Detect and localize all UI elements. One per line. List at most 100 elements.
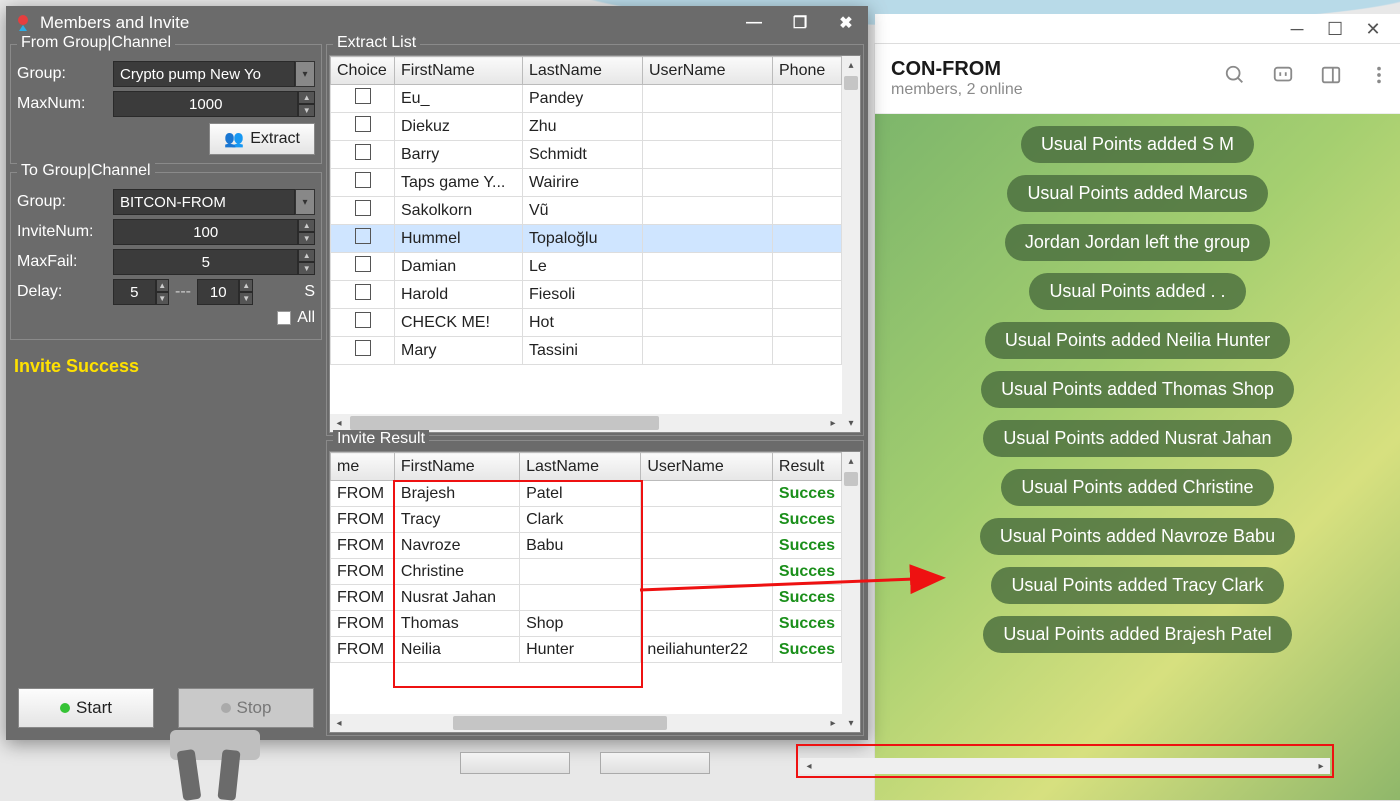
stop-icon [221, 703, 231, 713]
system-message[interactable]: Usual Points added Tracy Clark [991, 567, 1283, 604]
col-lastname[interactable]: LastName [523, 57, 643, 85]
close-icon[interactable]: ✕ [1366, 22, 1380, 36]
table-row[interactable]: Barry Schmidt [331, 141, 842, 169]
maxnum-label: MaxNum: [17, 95, 113, 113]
maximize-icon[interactable]: ❐ [786, 13, 814, 33]
start-button[interactable]: Start [18, 688, 154, 728]
cell-phone [773, 309, 842, 337]
system-message[interactable]: Jordan Jordan left the group [1005, 224, 1270, 261]
delay-from-spinner[interactable]: ▲▼ [156, 279, 170, 305]
maxnum-spinner[interactable]: ▲▼ [298, 91, 315, 117]
extract-list-table[interactable]: Choice FirstName LastName UserName Phone… [330, 56, 842, 365]
combo-dropdown-icon[interactable]: ▾ [295, 189, 315, 215]
row-checkbox[interactable] [355, 88, 371, 104]
search-icon[interactable] [1224, 64, 1246, 86]
table-row[interactable]: CHECK ME! Hot [331, 309, 842, 337]
scroll-up-icon[interactable]: ▴ [842, 56, 860, 74]
col-firstname[interactable]: FirstName [395, 57, 523, 85]
comments-icon[interactable] [1272, 64, 1294, 86]
table-row[interactable]: Sakolkorn Vũ [331, 197, 842, 225]
table-row[interactable]: FROM Thomas Shop Succes [331, 611, 842, 637]
sidebar-icon[interactable] [1320, 64, 1342, 86]
table-row[interactable]: Eu_ Pandey [331, 85, 842, 113]
row-checkbox[interactable] [355, 200, 371, 216]
scroll-left-icon[interactable]: ◂ [330, 714, 348, 732]
col-username[interactable]: UserName [641, 453, 773, 481]
table-row[interactable]: FROM Nusrat Jahan Succes [331, 585, 842, 611]
system-message[interactable]: Usual Points added Brajesh Patel [983, 616, 1291, 653]
cell-username [643, 281, 773, 309]
col-result[interactable]: Result [772, 453, 841, 481]
table-row[interactable]: Hummel Topaloğlu [331, 225, 842, 253]
table-row[interactable]: FROM Christine Succes [331, 559, 842, 585]
scroll-down-icon[interactable]: ▾ [842, 714, 860, 732]
telegram-messages[interactable]: Usual Points added S M Usual Points adde… [875, 114, 1400, 800]
all-checkbox[interactable] [277, 311, 291, 325]
row-checkbox[interactable] [355, 116, 371, 132]
cell-phone [773, 253, 842, 281]
col-choice[interactable]: Choice [331, 57, 395, 85]
from-group-combo[interactable]: Crypto pump New Yo [113, 61, 295, 87]
telegram-chat-title[interactable]: CON-FROM [891, 58, 1023, 81]
maxfail-spinner[interactable]: ▲▼ [298, 249, 315, 275]
more-icon[interactable] [1368, 64, 1390, 86]
extract-button[interactable]: 👥 Extract [209, 123, 315, 155]
col-me[interactable]: me [331, 453, 395, 481]
table-row[interactable]: Harold Fiesoli [331, 281, 842, 309]
result-vscroll[interactable]: ▴ ▾ [842, 452, 860, 732]
stop-button[interactable]: Stop [178, 688, 314, 728]
invitenum-input[interactable]: 100 [113, 219, 298, 245]
table-row[interactable]: FROM Brajesh Patel Succes [331, 481, 842, 507]
system-message[interactable]: Usual Points added Thomas Shop [981, 371, 1294, 408]
row-checkbox[interactable] [355, 256, 371, 272]
delay-to-spinner[interactable]: ▲▼ [239, 279, 253, 305]
delay-to-input[interactable]: 10 [197, 279, 240, 305]
table-row[interactable]: FROM Navroze Babu Succes [331, 533, 842, 559]
result-hscroll[interactable]: ◂ ▸ [330, 714, 842, 732]
close-icon[interactable]: ✖ [832, 13, 860, 33]
table-row[interactable]: Diekuz Zhu [331, 113, 842, 141]
invitenum-spinner[interactable]: ▲▼ [298, 219, 315, 245]
table-row[interactable]: Mary Tassini [331, 337, 842, 365]
cell-firstname: Neilia [394, 637, 519, 663]
row-checkbox[interactable] [355, 284, 371, 300]
invite-result-table[interactable]: me FirstName LastName UserName Result FR… [330, 452, 842, 663]
system-message[interactable]: Usual Points added Neilia Hunter [985, 322, 1290, 359]
system-message[interactable]: Usual Points added Marcus [1007, 175, 1267, 212]
system-message[interactable]: Usual Points added Nusrat Jahan [983, 420, 1291, 457]
system-message[interactable]: Usual Points added S M [1021, 126, 1254, 163]
table-row[interactable]: FROM Neilia Hunter neiliahunter22 Succes [331, 637, 842, 663]
table-row[interactable]: FROM Tracy Clark Succes [331, 507, 842, 533]
maxfail-input[interactable]: 5 [113, 249, 298, 275]
col-username[interactable]: UserName [643, 57, 773, 85]
scroll-up-icon[interactable]: ▴ [842, 452, 860, 470]
system-message[interactable]: Usual Points added Christine [1001, 469, 1273, 506]
table-row[interactable]: Damian Le [331, 253, 842, 281]
delay-from-input[interactable]: 5 [113, 279, 156, 305]
extract-vscroll[interactable]: ▴ ▾ [842, 56, 860, 432]
row-checkbox[interactable] [355, 340, 371, 356]
maximize-icon[interactable]: ☐ [1328, 22, 1342, 36]
col-lastname[interactable]: LastName [520, 453, 641, 481]
row-checkbox[interactable] [355, 144, 371, 160]
members-invite-window: Members and Invite — ❐ ✖ From Group|Chan… [6, 6, 868, 740]
cell-username [643, 85, 773, 113]
to-group-combo[interactable]: BITCON-FROM [113, 189, 295, 215]
scroll-down-icon[interactable]: ▾ [842, 414, 860, 432]
system-message[interactable]: Usual Points added Navroze Babu [980, 518, 1295, 555]
combo-dropdown-icon[interactable]: ▾ [295, 61, 315, 87]
scroll-right-icon[interactable]: ▸ [824, 414, 842, 432]
row-checkbox[interactable] [355, 172, 371, 188]
minimize-icon[interactable]: — [740, 13, 768, 33]
system-message[interactable]: Usual Points added . . [1029, 273, 1245, 310]
scroll-right-icon[interactable]: ▸ [824, 714, 842, 732]
row-checkbox[interactable] [355, 228, 371, 244]
table-row[interactable]: Taps game Y... Wairire [331, 169, 842, 197]
col-firstname[interactable]: FirstName [394, 453, 519, 481]
cell-group: FROM [331, 481, 395, 507]
maxnum-input[interactable]: 1000 [113, 91, 298, 117]
row-checkbox[interactable] [355, 312, 371, 328]
col-phone[interactable]: Phone [773, 57, 842, 85]
minimize-icon[interactable]: ─ [1290, 22, 1304, 36]
telegram-window: CON-FROM members, 2 online Usual Points … [875, 44, 1400, 800]
